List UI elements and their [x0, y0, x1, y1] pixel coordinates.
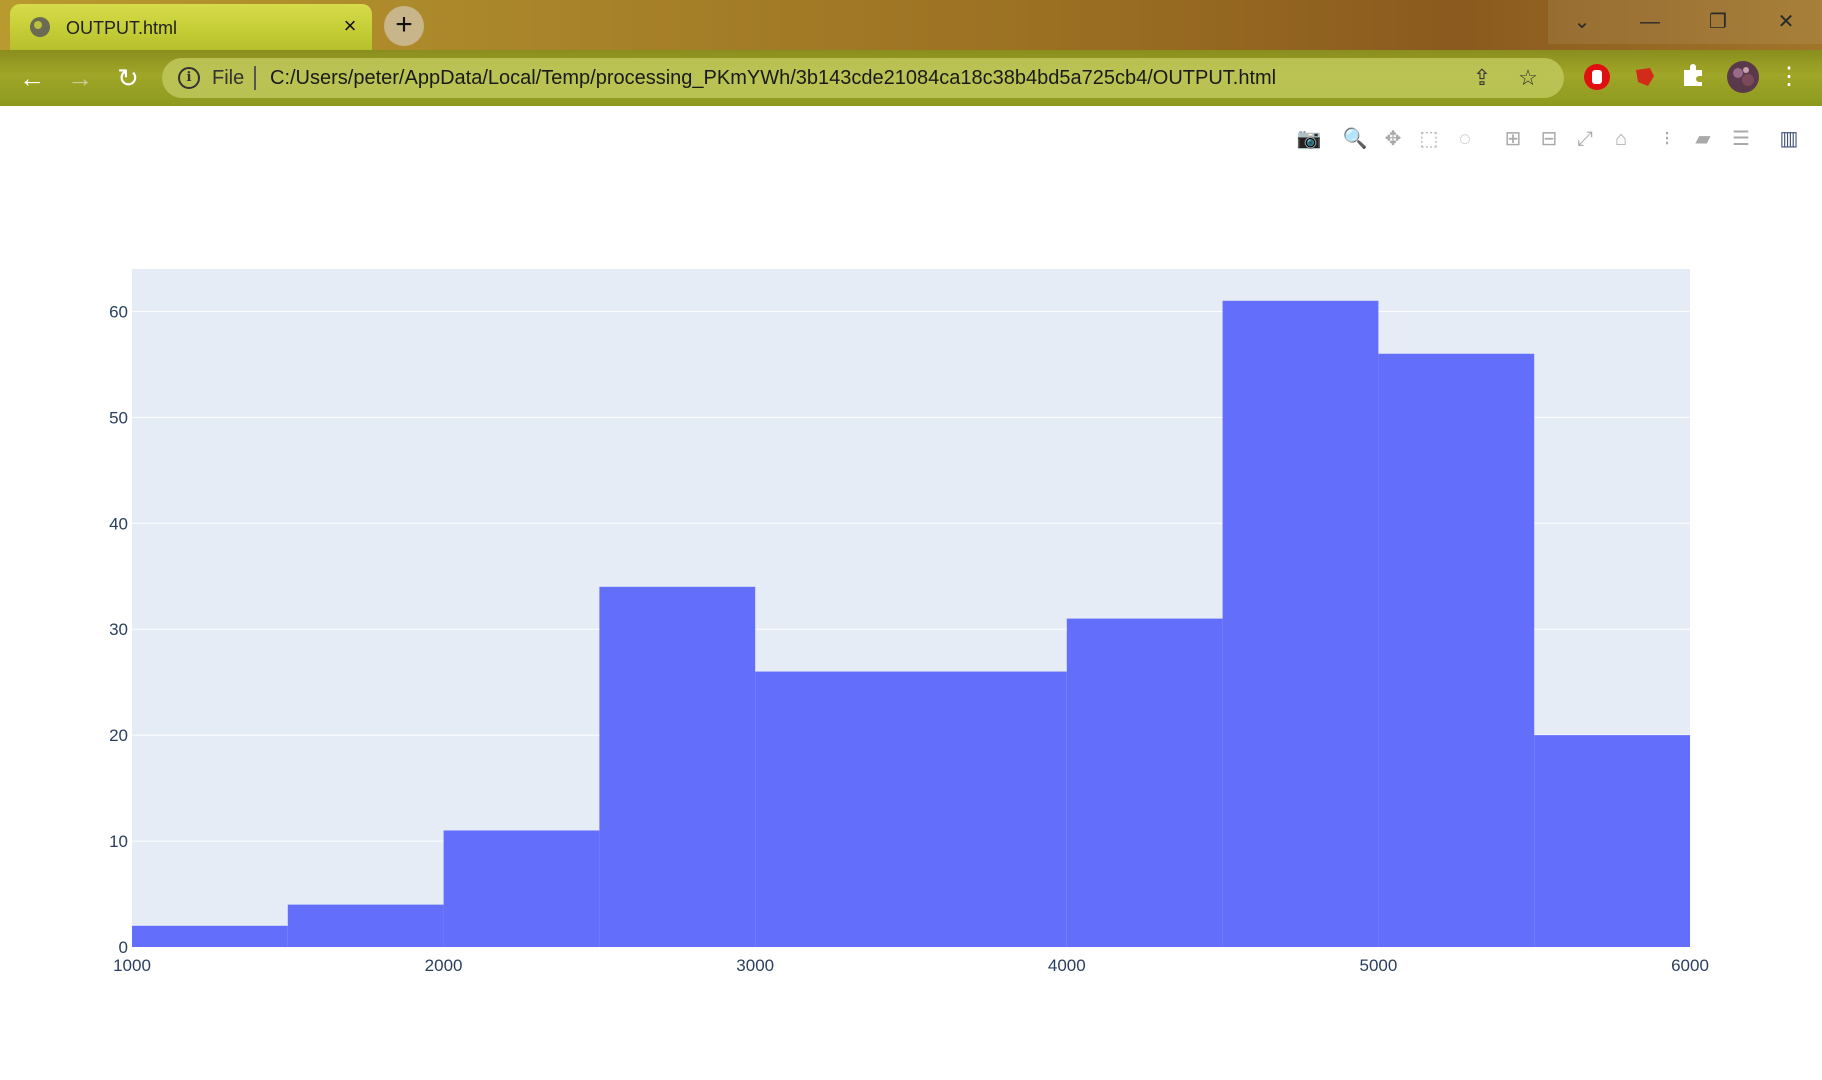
- extension-red-icon[interactable]: [1630, 62, 1660, 92]
- active-tab[interactable]: OUTPUT.html ×: [10, 4, 372, 50]
- puzzle-icon[interactable]: [1678, 62, 1708, 92]
- x-tick-label: 6000: [1671, 956, 1709, 975]
- tab-close-icon[interactable]: ×: [336, 12, 364, 40]
- menu-icon[interactable]: ⋮: [1774, 62, 1804, 92]
- y-axis-ticks: 0 10 20 30 40 50 60: [109, 302, 128, 957]
- histogram-bar[interactable]: [1066, 618, 1223, 947]
- y-tick-label: 60: [109, 302, 128, 321]
- x-tick-label: 1000: [113, 956, 151, 975]
- y-tick-label: 10: [109, 832, 128, 851]
- address-bar[interactable]: i File C:/Users/peter/AppData/Local/Temp…: [162, 58, 1564, 98]
- histogram-bar[interactable]: [1378, 353, 1535, 947]
- histogram-bar[interactable]: [1534, 735, 1690, 947]
- profile-avatar[interactable]: [1726, 60, 1760, 94]
- histogram-bar[interactable]: [755, 671, 911, 947]
- histogram-bar[interactable]: [132, 925, 288, 947]
- bookmark-star-icon[interactable]: ☆: [1514, 64, 1542, 92]
- x-tick-label: 2000: [425, 956, 463, 975]
- y-tick-label: 50: [109, 408, 128, 427]
- reload-button[interactable]: ↻: [112, 62, 144, 94]
- histogram-bar[interactable]: [599, 586, 756, 947]
- restore-button[interactable]: ❐: [1684, 0, 1752, 44]
- histogram-bar[interactable]: [911, 671, 1067, 947]
- info-icon[interactable]: i: [178, 67, 200, 89]
- forward-button[interactable]: →: [64, 62, 96, 94]
- url-text[interactable]: C:/Users/peter/AppData/Local/Temp/proces…: [270, 67, 1276, 90]
- tab-search-button[interactable]: ⌄: [1548, 0, 1616, 44]
- new-tab-button[interactable]: +: [384, 6, 424, 46]
- minimize-button[interactable]: —: [1616, 0, 1684, 44]
- x-tick-label: 3000: [736, 956, 774, 975]
- histogram-bar[interactable]: [443, 830, 600, 947]
- histogram-chart: 0 10 20 30 40 50 60 1000 2000 3000 4000 5000 6000: [109, 269, 1709, 975]
- x-axis-ticks: 1000 2000 3000 4000 5000 6000: [113, 956, 1709, 975]
- x-tick-label: 4000: [1048, 956, 1086, 975]
- tab-strip: OUTPUT.html × + ⌄ — ❐ ✕: [0, 0, 1822, 50]
- histogram-bar[interactable]: [287, 904, 444, 947]
- back-button[interactable]: ←: [16, 62, 48, 94]
- close-window-button[interactable]: ✕: [1752, 0, 1820, 44]
- adblock-icon[interactable]: [1582, 62, 1612, 92]
- y-tick-label: 20: [109, 726, 128, 745]
- scheme-label: File: [212, 67, 245, 89]
- y-tick-label: 0: [119, 938, 128, 957]
- share-icon[interactable]: ⇪: [1468, 64, 1496, 92]
- histogram-bar[interactable]: [1222, 300, 1379, 947]
- globe-icon: [30, 17, 50, 37]
- x-tick-label: 5000: [1359, 956, 1397, 975]
- y-tick-label: 40: [109, 514, 128, 533]
- divider: [254, 66, 256, 90]
- y-tick-label: 30: [109, 620, 128, 639]
- tab-title: OUTPUT.html: [66, 18, 178, 38]
